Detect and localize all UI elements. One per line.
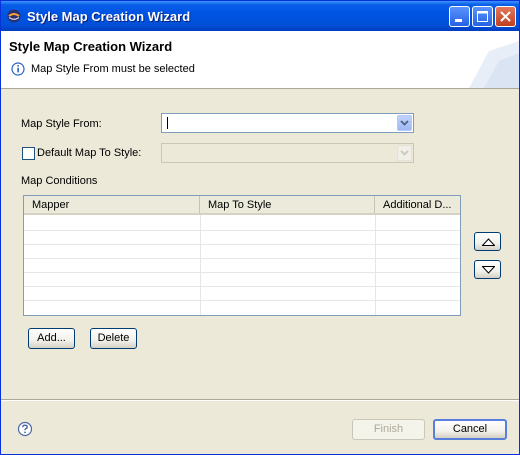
chevron-down-icon <box>400 120 409 126</box>
table-row[interactable] <box>24 272 460 273</box>
delete-button[interactable]: Delete <box>90 328 137 349</box>
info-icon <box>11 62 25 76</box>
table-row[interactable] <box>24 300 460 301</box>
table-row[interactable] <box>24 286 460 287</box>
minimize-button[interactable] <box>449 6 470 27</box>
map-style-from-label: Map Style From: <box>21 118 102 130</box>
map-style-from-combo[interactable] <box>161 113 414 133</box>
table-row[interactable] <box>24 244 460 245</box>
add-button[interactable]: Add... <box>28 328 75 349</box>
wizard-header: Style Map Creation Wizard Map Style From… <box>1 31 519 89</box>
header-decoration <box>469 41 519 88</box>
footer-separator <box>1 399 519 401</box>
default-map-to-style-label[interactable]: Default Map To Style: <box>37 147 141 159</box>
move-up-icon <box>482 238 495 246</box>
window-title: Style Map Creation Wizard <box>27 9 191 24</box>
table-header: Mapper Map To Style Additional D... <box>24 196 460 215</box>
text-caret <box>167 117 168 129</box>
column-header-mapper[interactable]: Mapper <box>24 196 200 213</box>
default-map-to-style-checkbox[interactable] <box>22 147 35 160</box>
column-header-map-to-style[interactable]: Map To Style <box>200 196 375 213</box>
move-up-button[interactable] <box>474 232 501 251</box>
wizard-message: Map Style From must be selected <box>31 63 195 75</box>
minimize-icon <box>455 19 462 22</box>
help-icon[interactable] <box>17 421 33 437</box>
close-button[interactable] <box>495 6 516 27</box>
wizard-title: Style Map Creation Wizard <box>9 39 173 54</box>
map-style-from-dropdown-button[interactable] <box>397 115 412 131</box>
table-row[interactable] <box>24 230 460 231</box>
table-row[interactable] <box>24 258 460 259</box>
title-bar[interactable]: Style Map Creation Wizard <box>1 1 519 31</box>
default-map-to-style-combo <box>161 143 414 163</box>
app-icon <box>7 9 21 23</box>
default-map-to-style-dropdown-button <box>397 145 412 161</box>
maximize-icon <box>477 11 488 22</box>
chevron-down-icon <box>400 150 409 156</box>
map-conditions-label: Map Conditions <box>21 175 98 187</box>
close-icon <box>500 11 511 22</box>
maximize-button[interactable] <box>472 6 493 27</box>
column-header-additional[interactable]: Additional D... <box>375 196 460 213</box>
move-down-icon <box>482 266 495 274</box>
map-conditions-table[interactable]: Mapper Map To Style Additional D... <box>23 195 461 316</box>
cancel-button[interactable]: Cancel <box>433 419 507 440</box>
move-down-button[interactable] <box>474 260 501 279</box>
wizard-dialog: Style Map Creation Wizard Style Map Crea… <box>0 0 520 455</box>
finish-button: Finish <box>352 419 425 440</box>
